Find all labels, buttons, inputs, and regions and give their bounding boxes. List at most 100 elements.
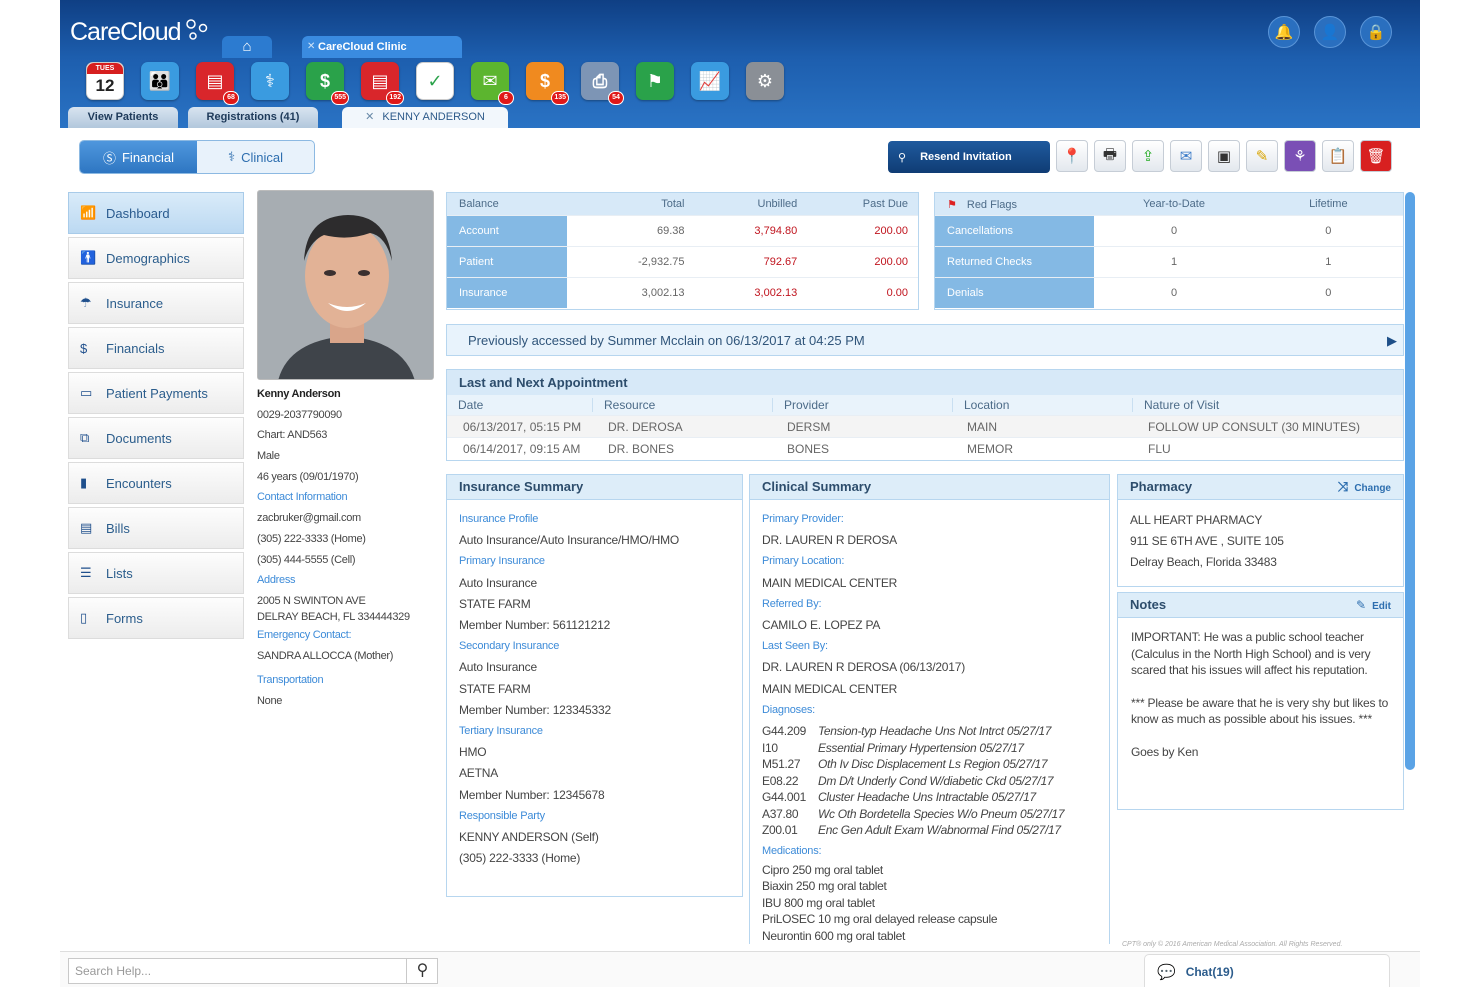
insurance-line: Member Number: 12345678 [459, 787, 605, 802]
clinical-section-heading: Last Seen By: [762, 640, 828, 653]
clinical-app-icon[interactable]: ⚕ [251, 62, 289, 100]
diagnosis-code: E08.22 [762, 773, 799, 788]
balance-row-label: Insurance [447, 278, 567, 308]
pencil-icon[interactable]: ✎ [1246, 140, 1278, 172]
insurance-line: Auto Insurance [459, 575, 537, 590]
dollar-icon: $ [80, 340, 88, 356]
balance-cell: 200.00 [874, 256, 908, 268]
edit-notes-button[interactable]: ✎ Edit [1356, 593, 1391, 619]
appointment-row[interactable]: 06/13/2017, 05:15 PM DR. DEROSA DERSM MAIN F… [447, 415, 1403, 437]
bell-icon[interactable]: 🔔 [1268, 16, 1300, 48]
emergency-contact: SANDRA ALLOCCA (Mother) [257, 649, 394, 662]
lock-icon[interactable]: 🔒 [1360, 16, 1392, 48]
balance-header: Past Due [862, 198, 908, 210]
map-pin-icon[interactable]: 📍 [1056, 140, 1088, 172]
sidebar-item-encounters[interactable]: ▮ Encounters [68, 462, 244, 504]
access-banner[interactable]: Previously accessed by Summer Mcclain on… [446, 324, 1404, 356]
records-app-icon[interactable]: ▤ 68 [196, 62, 239, 105]
resend-invitation-button[interactable]: ⚲ Resend Invitation [888, 141, 1050, 173]
home-tab[interactable]: ⌂ [222, 36, 272, 58]
appointment-cell: FOLLOW UP CONSULT (30 MINUTES) [1148, 419, 1361, 434]
sidebar-item-lists[interactable]: ☰ Lists [68, 552, 244, 594]
clinical-section-heading: Primary Location: [762, 555, 845, 568]
search-button[interactable]: ⚲ [406, 958, 438, 984]
merge-icon[interactable]: ⚘ [1284, 140, 1316, 172]
collections-app-icon[interactable]: $135 [526, 62, 569, 105]
chat-button[interactable]: 💬 Chat(19) [1144, 954, 1390, 987]
diagnosis-code: A37.80 [762, 806, 799, 821]
medication-line: Neurontin 600 mg oral tablet [762, 928, 906, 943]
sidebar-item-bills[interactable]: ▤ Bills [68, 507, 244, 549]
clinical-line: MAIN MEDICAL CENTER [762, 681, 898, 696]
financial-toggle[interactable]: Ⓢ Financial [80, 141, 197, 173]
tab-view-patients[interactable]: View Patients [68, 107, 178, 128]
notes-paragraph: IMPORTANT: He was a public school teache… [1131, 630, 1371, 678]
appointment-row[interactable]: 06/14/2017, 09:15 AM DR. BONES BONES MEMOR F… [447, 437, 1403, 459]
sidebar-item-forms[interactable]: ▯ Forms [68, 597, 244, 639]
clinical-line: DR. LAUREN R DEROSA [762, 533, 897, 548]
scrollbar[interactable] [1405, 192, 1415, 770]
billing-app-icon[interactable]: $555 [306, 62, 349, 105]
diagnosis-description: Wc Oth Bordetella Species W/o Pneum 05/2… [818, 806, 1065, 821]
balance-table: Balance Total Unbilled Past Due Account 69.3… [446, 192, 919, 310]
clinical-section-heading: Primary Provider: [762, 513, 844, 525]
balance-row: Account 69.38 3,794.80 200.00 [447, 215, 918, 246]
pharmacy-line: Delray Beach, Florida 33483 [1130, 555, 1277, 570]
balance-cell: 200.00 [874, 225, 908, 237]
card-reader-icon[interactable]: ▣ [1208, 140, 1240, 172]
appointment-column-header: Location [952, 398, 1132, 412]
red-flags-row-label: Denials [935, 278, 1095, 308]
printer-icon[interactable]: 🖶 [1094, 140, 1126, 172]
tab-kenny-anderson[interactable]: ✕ KENNY ANDERSON [342, 107, 508, 128]
app-glyph: $ [539, 70, 550, 91]
arrow-right-icon[interactable]: ▶ [1387, 333, 1397, 349]
red-flags-header: ⚑ Red Flags [935, 198, 1094, 211]
settings-app-icon[interactable]: ⚙ [746, 62, 784, 100]
red-flags-row: Denials 0 0 [935, 277, 1403, 308]
sidebar-item-documents[interactable]: ⧉ Documents [68, 417, 244, 459]
fax-app-icon[interactable]: ⎙ 54 [581, 62, 624, 105]
tab-carecloud-clinic[interactable]: ✕ CareCloud Clinic [302, 36, 462, 58]
sidebar-item-label: Demographics [106, 250, 190, 266]
sidebar-item-dashboard[interactable]: 📶 Dashboard [68, 192, 244, 234]
analytics-app-icon[interactable]: 📈 [691, 62, 729, 100]
close-icon[interactable]: ✕ [307, 36, 315, 58]
user-icon[interactable]: 👤 [1314, 16, 1346, 48]
app-glyph: ▤ [206, 70, 224, 91]
clinical-toggle[interactable]: ⚕ Clinical [197, 141, 314, 173]
patient-name: Kenny Anderson [257, 388, 341, 400]
campaign-app-icon[interactable]: ⚑ [636, 62, 674, 100]
app-glyph: ⚙ [756, 70, 774, 91]
home-icon: ⌂ [242, 38, 252, 55]
transportation-value: None [257, 694, 283, 707]
clipboard-icon[interactable]: 📋 [1322, 140, 1354, 172]
search-input[interactable]: Search Help... [68, 958, 438, 984]
diagnosis-description: Essential Primary Hypertension 05/27/17 [818, 740, 1024, 755]
diagnosis-row: G44.209 Tension-typ Headache Uns Not Intr… [750, 723, 1109, 740]
clinical-summary-title: Clinical Summary [750, 475, 1109, 500]
emergency-contact-heading: Emergency Contact: [257, 628, 352, 641]
sidebar-item-demographics[interactable]: 🚹 Demographics [68, 237, 244, 279]
mail-icon[interactable]: ✉ [1170, 140, 1202, 172]
documents-app-icon[interactable]: ▤ 192 [361, 62, 404, 105]
close-icon[interactable]: ✕ [365, 111, 374, 123]
calendar-app-icon[interactable]: TUES 12 [86, 62, 124, 100]
sidebar-item-patient-payments[interactable]: ▭ Patient Payments [68, 372, 244, 414]
patient-email[interactable]: zacbruker@gmail.com [257, 508, 437, 529]
contact-info-heading: Contact Information [257, 491, 348, 504]
appointment-cell: FLU [1148, 441, 1171, 456]
view-toggle: Ⓢ Financial ⚕ Clinical [79, 140, 315, 174]
change-pharmacy-button[interactable]: ⤨ Change [1338, 475, 1391, 501]
clinical-line: MAIN MEDICAL CENTER [762, 575, 898, 590]
delete-icon[interactable]: 🗑 [1360, 140, 1392, 172]
sidebar-item-financials[interactable]: $ Financials [68, 327, 244, 369]
export-icon[interactable]: ⇪ [1132, 140, 1164, 172]
appointment-cell: 06/13/2017, 05:15 PM [463, 419, 582, 434]
messages-app-icon[interactable]: ✉ 6 [471, 62, 514, 105]
tab-registrations[interactable]: Registrations (41) [188, 107, 318, 128]
patients-app-icon[interactable]: 👪 [141, 62, 179, 100]
sidebar-item-insurance[interactable]: ☂ Insurance [68, 282, 244, 324]
tasks-app-icon[interactable]: ✓ [416, 62, 454, 100]
pharmacy-panel: Pharmacy ⤨ Change ALL HEART PHARMACY 911 SE… [1117, 474, 1404, 587]
patient-home-phone: (305) 222-3333 (Home) [257, 532, 366, 545]
